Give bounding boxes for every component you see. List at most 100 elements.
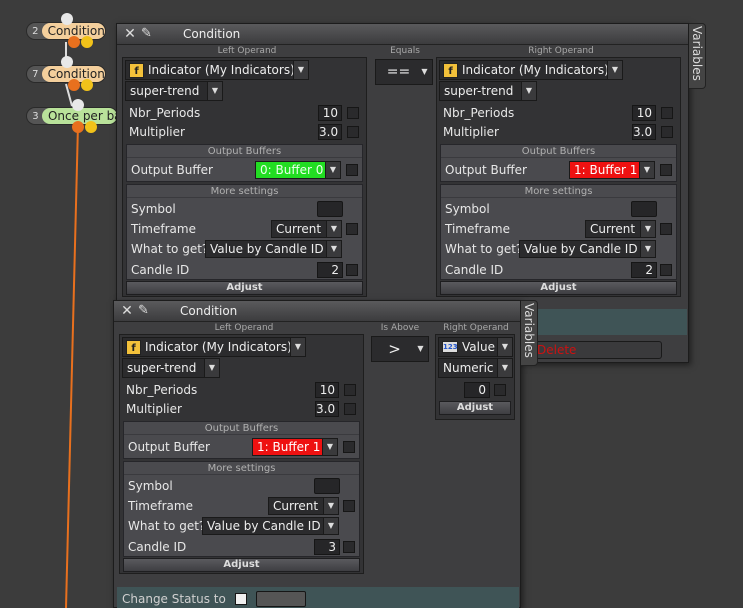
- close-icon[interactable]: ✕: [120, 304, 134, 318]
- indicator-value: super-trend: [130, 84, 200, 98]
- indicator-select[interactable]: super-trend ▼: [125, 81, 223, 101]
- flow-node-once-per-bar[interactable]: 3 Once per bar: [26, 107, 118, 125]
- symbol-input[interactable]: [314, 478, 340, 494]
- symbol-input[interactable]: [631, 201, 657, 217]
- chevron-down-icon: ▼: [323, 498, 338, 514]
- numeric-value-checkbox[interactable]: [494, 384, 506, 396]
- param-input[interactable]: 3.0: [318, 124, 342, 140]
- pin-icon[interactable]: ✎: [141, 27, 163, 41]
- param-input[interactable]: 10: [318, 105, 342, 121]
- candle-id-checkbox[interactable]: [346, 264, 358, 276]
- more-settings-section: More settings Symbol Timeframe Current ▼…: [440, 184, 677, 280]
- value-type-select[interactable]: Numeric ▼: [438, 358, 513, 378]
- chevron-down-icon: ▼: [639, 162, 654, 178]
- adjust-button[interactable]: Adjust: [126, 281, 363, 295]
- close-icon[interactable]: ✕: [123, 27, 137, 41]
- adjust-button[interactable]: Adjust: [439, 401, 511, 415]
- indicator-value: super-trend: [444, 84, 514, 98]
- param-checkbox[interactable]: [347, 126, 359, 138]
- candle-id-input[interactable]: 2: [317, 262, 343, 278]
- connector-dot-orange[interactable]: [68, 79, 80, 91]
- timeframe-label: Timeframe: [131, 222, 196, 236]
- param-input[interactable]: 3.0: [315, 401, 339, 417]
- numeric-value-input[interactable]: 0: [464, 382, 490, 398]
- what-to-get-select[interactable]: Value by Candle ID ▼: [519, 240, 656, 258]
- operator-select[interactable]: > ▼: [371, 336, 429, 362]
- condition-window-is-above: ✕ ✎ Condition Left Operand Is Above Righ…: [113, 300, 521, 608]
- flow-node-number: 3: [32, 110, 39, 122]
- operand-source-select[interactable]: f Indicator (My Indicators) ▼: [122, 337, 306, 357]
- operator-header: Equals: [390, 46, 420, 56]
- window-title: Condition: [183, 27, 241, 41]
- timeframe-value: Current: [273, 499, 319, 513]
- what-to-get-select[interactable]: Value by Candle ID ▼: [205, 240, 342, 258]
- param-input[interactable]: 10: [632, 105, 656, 121]
- connector-dot-yellow[interactable]: [85, 121, 97, 133]
- param-label: Multiplier: [126, 402, 182, 416]
- connector-dot-orange[interactable]: [72, 121, 84, 133]
- param-input[interactable]: 3.0: [632, 124, 656, 140]
- candle-id-checkbox[interactable]: [660, 264, 672, 276]
- what-to-get-label: What to get?: [131, 242, 209, 256]
- output-buffer-checkbox[interactable]: [343, 441, 355, 453]
- param-checkbox[interactable]: [661, 107, 673, 119]
- numeric-value-icon: 123: [442, 341, 458, 353]
- operand-source-select[interactable]: f Indicator (My Indicators) ▼: [439, 60, 623, 80]
- connector-dot-white[interactable]: [61, 56, 73, 68]
- param-checkbox[interactable]: [661, 126, 673, 138]
- timeframe-checkbox[interactable]: [660, 223, 672, 235]
- left-operand-panel: f Indicator (My Indicators) ▼ super-tren…: [119, 334, 364, 574]
- output-buffer-checkbox[interactable]: [660, 164, 672, 176]
- param-input[interactable]: 10: [315, 382, 339, 398]
- pin-icon[interactable]: ✎: [138, 304, 160, 318]
- param-checkbox[interactable]: [347, 107, 359, 119]
- variables-tab[interactable]: Variables: [521, 300, 538, 366]
- adjust-button[interactable]: Adjust: [123, 558, 360, 572]
- connector-dot-yellow[interactable]: [81, 79, 93, 91]
- param-label: Multiplier: [129, 125, 185, 139]
- output-buffer-select[interactable]: 1: Buffer 1 ▼: [569, 161, 655, 179]
- chevron-down-icon: ▼: [204, 359, 219, 377]
- operand-source-select[interactable]: 123 Value ▼: [438, 337, 513, 357]
- indicator-select[interactable]: super-trend ▼: [439, 81, 537, 101]
- symbol-input[interactable]: [317, 201, 343, 217]
- connector-dot-white[interactable]: [72, 99, 84, 111]
- indicator-function-icon: f: [443, 62, 458, 78]
- what-to-get-select[interactable]: Value by Candle ID ▼: [202, 517, 339, 535]
- what-to-get-label: What to get?: [128, 519, 206, 533]
- delete-button[interactable]: Delete: [522, 341, 662, 359]
- timeframe-label: Timeframe: [445, 222, 510, 236]
- operand-source-select[interactable]: f Indicator (My Indicators) ▼: [125, 60, 309, 80]
- timeframe-checkbox[interactable]: [346, 223, 358, 235]
- more-settings-section: More settings Symbol Timeframe Current ▼…: [123, 461, 360, 557]
- change-status-select[interactable]: [256, 591, 306, 607]
- chevron-down-icon: ▼: [323, 518, 338, 534]
- timeframe-select[interactable]: Current ▼: [271, 220, 342, 238]
- param-checkbox[interactable]: [344, 384, 356, 396]
- param-checkbox[interactable]: [344, 403, 356, 415]
- output-buffer-checkbox[interactable]: [346, 164, 358, 176]
- window-titlebar[interactable]: ✕ ✎ Condition: [117, 24, 688, 45]
- indicator-select[interactable]: super-trend ▼: [122, 358, 220, 378]
- connector-dot-white[interactable]: [61, 13, 73, 25]
- section-header: Output Buffers: [124, 422, 359, 435]
- connector-dot-orange[interactable]: [68, 36, 80, 48]
- chevron-down-icon: ▼: [290, 338, 305, 356]
- change-status-checkbox[interactable]: [235, 593, 247, 605]
- timeframe-checkbox[interactable]: [343, 500, 355, 512]
- candle-id-checkbox[interactable]: [343, 541, 355, 553]
- candle-id-input[interactable]: 3: [314, 539, 340, 555]
- adjust-button[interactable]: Adjust: [440, 281, 677, 295]
- candle-id-input[interactable]: 2: [631, 262, 657, 278]
- timeframe-value: Current: [276, 222, 322, 236]
- timeframe-select[interactable]: Current ▼: [585, 220, 656, 238]
- output-buffer-select[interactable]: 1: Buffer 1 ▼: [252, 438, 338, 456]
- output-buffer-select[interactable]: 0: Buffer 0 ▼: [255, 161, 341, 179]
- right-operand-panel: f Indicator (My Indicators) ▼ super-tren…: [436, 57, 681, 297]
- operator-select[interactable]: == ▼: [375, 59, 433, 85]
- variables-tab[interactable]: Variables: [689, 23, 706, 89]
- timeframe-select[interactable]: Current ▼: [268, 497, 339, 515]
- connector-dot-yellow[interactable]: [81, 36, 93, 48]
- section-header: More settings: [441, 185, 676, 198]
- window-titlebar[interactable]: ✕ ✎ Condition: [114, 301, 520, 322]
